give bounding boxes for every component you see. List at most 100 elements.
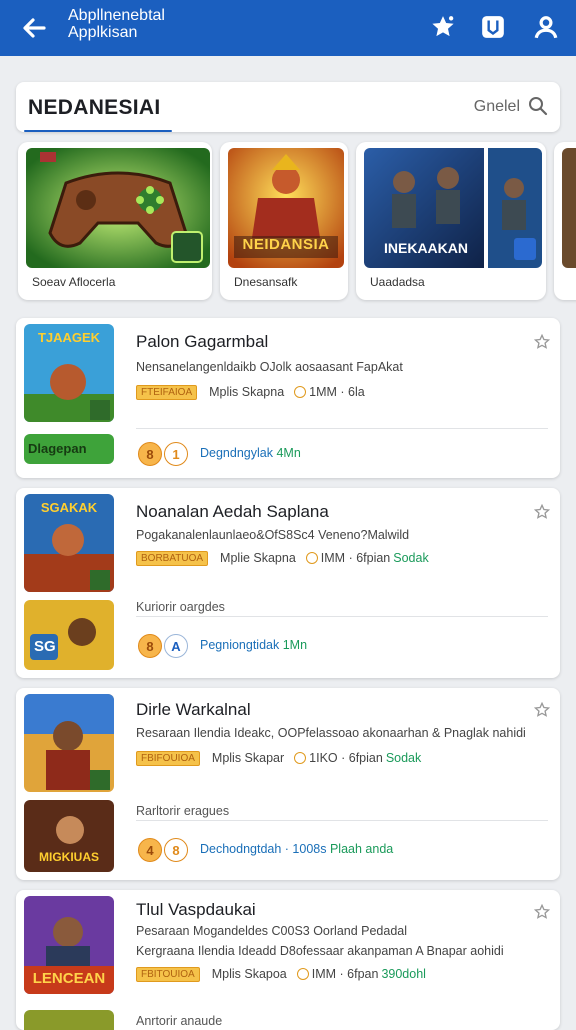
app-card[interactable]: SGAKAK SG Noanalan Aedah Saplana Pogakan… bbox=[16, 488, 560, 678]
app-sub-label: Kuriorir oargdes bbox=[136, 600, 225, 614]
app-icon bbox=[24, 694, 114, 792]
banner-art-warrior: NEIDANSIA bbox=[228, 148, 344, 268]
app-secondary-icon-text: SG bbox=[34, 638, 56, 655]
banner-caption: Dnesansafk bbox=[234, 275, 298, 289]
avatar: A bbox=[164, 634, 188, 658]
favorite-star-icon[interactable] bbox=[533, 903, 551, 920]
app-badge: FBIFOUIOA bbox=[136, 750, 200, 766]
app-icon: LENCEAN bbox=[24, 896, 114, 994]
app-icon-text: TJAAGEK bbox=[37, 330, 101, 345]
app-description: Pesaraan Mogandeldes C00S3 Oorland Pedad… bbox=[136, 924, 408, 938]
app-name[interactable]: Dirle Warkalnal bbox=[136, 700, 251, 720]
app-icon-text: LENCEAN bbox=[32, 970, 106, 987]
banner-art-title: NEIDANSIA bbox=[242, 236, 330, 253]
search-placeholder: Gnelel bbox=[473, 98, 520, 115]
avatar: 8 bbox=[138, 634, 162, 658]
app-card[interactable]: TJAAGEK Dlagepan Palon Gagarmbal Nensane… bbox=[16, 318, 560, 478]
clock-icon bbox=[294, 752, 307, 764]
app-label: Mplis Skapoa bbox=[211, 967, 287, 981]
bookmark-icon[interactable] bbox=[478, 12, 508, 42]
favorite-star-icon[interactable] bbox=[533, 701, 551, 718]
app-size: IMM · 6fpan bbox=[311, 967, 379, 981]
app-name[interactable]: Tlul Vaspdaukai bbox=[136, 900, 256, 920]
app-description: Resaraan Ilendia Ideakc, OOPfelassoao ak… bbox=[136, 726, 526, 740]
app-description: Pogakanalenlaunlaeo&OfS8Sc4 Veneno?Malwi… bbox=[136, 528, 410, 542]
app-meta: BORBATUOA Mplie Skapna IMM · 6fpian Soda… bbox=[136, 550, 429, 566]
search-focus-underline bbox=[24, 130, 172, 132]
app-size-note: 390dohl bbox=[381, 967, 426, 981]
clock-icon bbox=[305, 552, 318, 564]
featured-banner-4-partial[interactable] bbox=[554, 142, 576, 300]
search-icon[interactable] bbox=[528, 96, 548, 116]
app-badge: BORBATUOA bbox=[136, 550, 209, 566]
app-icon: TJAAGEK bbox=[24, 324, 114, 422]
clock-icon bbox=[296, 968, 309, 980]
banner-art-soldiers: INEKAAKAN bbox=[364, 148, 542, 268]
app-title-line2: Applkisan bbox=[68, 24, 138, 41]
download-text: Pegniongtidak bbox=[200, 638, 280, 652]
app-secondary-icon-text: Dlagepan bbox=[28, 441, 87, 456]
app-icon-text: SGAKAK bbox=[40, 500, 98, 515]
search-input[interactable]: NEDANESIAI bbox=[28, 96, 161, 120]
app-name[interactable]: Noanalan Aedah Saplana bbox=[136, 502, 329, 522]
divider bbox=[136, 820, 548, 821]
download-text: Dechodngtdah · 1008s bbox=[200, 842, 327, 856]
divider bbox=[136, 616, 548, 617]
download-info[interactable]: Pegniongtidak 1Mn bbox=[200, 638, 307, 652]
app-title: Abpllnenebtal Applkisan bbox=[68, 7, 165, 41]
app-badge: FBITOUIOA bbox=[136, 966, 200, 982]
featured-banner-1[interactable]: Soeav Aflocerla bbox=[18, 142, 212, 300]
app-card[interactable]: LENCEAN Tlul Vaspdaukai Pesaraan Mogande… bbox=[16, 890, 560, 1030]
download-info[interactable]: Dechodngtdah · 1008s Plaah anda bbox=[200, 842, 393, 856]
app-icon: SGAKAK bbox=[24, 494, 114, 592]
app-size-note: Sodak bbox=[393, 551, 429, 565]
app-title-line1: Abpllnenebtal bbox=[68, 7, 165, 24]
app-secondary-icon bbox=[24, 1010, 114, 1030]
favorite-star-icon[interactable] bbox=[533, 503, 551, 520]
avatar: 8 bbox=[164, 838, 188, 862]
banner-caption: Soeav Aflocerla bbox=[32, 275, 116, 289]
app-label: Mplis Skapna bbox=[209, 385, 285, 399]
app-label: Mplie Skapna bbox=[220, 551, 296, 565]
app-secondary-icon: SG bbox=[24, 600, 114, 670]
download-count: 1Mn bbox=[282, 638, 308, 652]
app-secondary-icon-text: MIGKIUAS bbox=[39, 850, 99, 864]
person-icon[interactable] bbox=[531, 12, 561, 42]
avatar: 8 bbox=[138, 442, 162, 466]
star-icon[interactable] bbox=[428, 12, 458, 42]
featured-banner-3[interactable]: INEKAAKAN Uaadadsa bbox=[356, 142, 546, 300]
app-meta: FBIFOUIOA Mplis Skapar 1IKO · 6fpian Sod… bbox=[136, 750, 421, 766]
banner-art-title: INEKAAKAN bbox=[384, 240, 468, 256]
search-bar[interactable]: NEDANESIAI Gnelel bbox=[16, 82, 560, 132]
app-secondary-icon: MIGKIUAS bbox=[24, 800, 114, 872]
app-label: Mplis Skapar bbox=[211, 751, 285, 765]
app-size: 1IKO · 6fpian bbox=[309, 751, 383, 765]
app-size: IMM · 6fpian bbox=[320, 551, 391, 565]
divider bbox=[136, 428, 548, 429]
app-card[interactable]: MIGKIUAS Dirle Warkalnal Resaraan Ilendi… bbox=[16, 688, 560, 880]
favorite-star-icon[interactable] bbox=[533, 333, 551, 350]
banner-caption: Uaadadsa bbox=[370, 275, 425, 289]
banner-art-partial bbox=[562, 148, 576, 268]
app-meta: FBITOUIOA Mplis Skapoa IMM · 6fpan 390do… bbox=[136, 966, 426, 982]
app-sub-label: Rarltorir eragues bbox=[136, 804, 230, 818]
app-meta: FTEIFAIOA Mplis Skapna 1MM · 6la bbox=[136, 384, 365, 400]
avatar: 4 bbox=[138, 838, 162, 862]
app-name[interactable]: Palon Gagarmbal bbox=[136, 332, 268, 352]
app-size-note: Sodak bbox=[385, 751, 422, 765]
app-secondary-icon: Dlagepan bbox=[24, 434, 114, 464]
banner-art-controller bbox=[26, 148, 210, 268]
app-sub-label: Anrtorir anaude bbox=[136, 1014, 223, 1028]
download-text: Degndngylak bbox=[200, 446, 273, 460]
top-app-bar: Abpllnenebtal Applkisan bbox=[0, 0, 576, 56]
download-info[interactable]: Degndngylak 4Mn bbox=[200, 446, 301, 460]
featured-banner-2[interactable]: NEIDANSIA Dnesansafk bbox=[220, 142, 348, 300]
app-badge: FTEIFAIOA bbox=[136, 384, 198, 400]
download-count: Plaah anda bbox=[329, 842, 394, 856]
app-size: 1MM · 6la bbox=[309, 385, 365, 399]
avatar: 1 bbox=[164, 442, 188, 466]
download-count: 4Mn bbox=[276, 446, 301, 460]
app-description: Nensanelangenldaikb OJolk aosaasant FapA… bbox=[136, 360, 403, 374]
app-description-2: Kergraana Ilendia Ideadd D8ofessaar akan… bbox=[136, 944, 504, 958]
back-arrow-icon[interactable] bbox=[18, 12, 50, 44]
